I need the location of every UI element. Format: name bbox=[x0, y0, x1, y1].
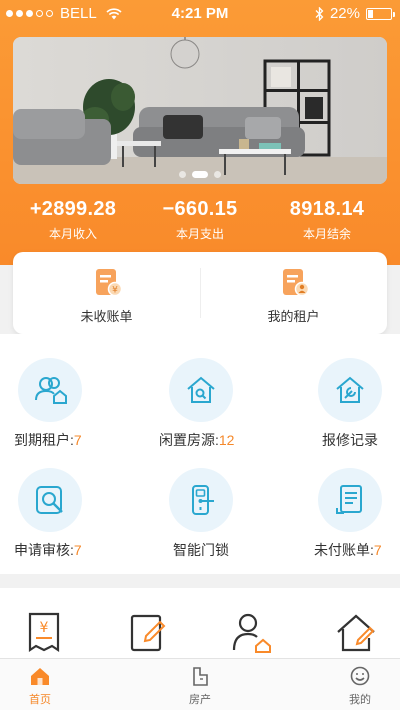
banner-indicators bbox=[13, 165, 387, 178]
monthly-stats: +2899.28 本月收入 −660.15 本月支出 8918.14 本月结余 bbox=[0, 198, 400, 244]
property-icon bbox=[193, 667, 208, 686]
stat-balance: 8918.14 本月结余 bbox=[262, 198, 392, 242]
icon-circle bbox=[169, 468, 233, 532]
secondary-actions-row: ¥ bbox=[0, 588, 400, 658]
battery-percent: 22% bbox=[329, 5, 360, 22]
tab-profile[interactable]: 我的 bbox=[320, 659, 400, 710]
status-bar: BELL 4:21 PM 22% bbox=[0, 0, 400, 28]
banner-carousel[interactable] bbox=[13, 37, 387, 184]
unpaid-bill-icon: ¥ bbox=[96, 269, 123, 297]
stat-label: 本月收入 bbox=[48, 227, 97, 241]
icon-circle bbox=[18, 358, 82, 422]
grid-label-text: 智能门锁 bbox=[173, 542, 229, 558]
grid-count: 7 bbox=[73, 542, 82, 558]
stat-label: 本月支出 bbox=[175, 227, 224, 241]
stat-label: 本月结余 bbox=[302, 227, 351, 241]
tab-label: 房产 bbox=[189, 694, 211, 706]
tab-label: 首页 bbox=[29, 694, 51, 706]
quick-label: 未收账单 bbox=[80, 309, 133, 324]
grid-label: 智能门锁 bbox=[173, 540, 229, 560]
unpaid-bills-item[interactable]: 未付账单:7 bbox=[290, 444, 400, 558]
tab-property[interactable]: 房产 bbox=[160, 659, 240, 710]
grid-count: 7 bbox=[373, 542, 382, 558]
expiring-tenants-icon bbox=[35, 377, 67, 404]
unpaid-bills-icon bbox=[336, 485, 362, 514]
battery-level bbox=[368, 9, 373, 18]
battery-icon bbox=[366, 7, 395, 20]
grid-label-text: 未付账单: bbox=[314, 542, 374, 558]
quick-label: 我的租户 bbox=[267, 309, 320, 324]
living-room-sofa-photo bbox=[13, 37, 387, 184]
edit-contract-icon bbox=[130, 614, 166, 652]
review-icon bbox=[36, 486, 63, 514]
rent-receipt-icon: ¥ bbox=[28, 612, 60, 653]
unpaid-bill-button[interactable]: ¥ 未收账单 bbox=[13, 252, 200, 334]
repair-record-icon bbox=[336, 376, 364, 403]
grid-label-text: 申请审核: bbox=[14, 542, 74, 558]
add-tenant-button[interactable] bbox=[230, 610, 274, 654]
banner-indicator-dot[interactable] bbox=[214, 171, 221, 178]
add-tenant-icon bbox=[232, 613, 271, 653]
edit-house-icon bbox=[337, 614, 375, 652]
repair-record-item[interactable]: 报修记录 bbox=[290, 334, 400, 448]
vacant-house-icon bbox=[187, 376, 215, 403]
tab-label: 我的 bbox=[349, 694, 371, 706]
stat-value: 8918.14 bbox=[289, 198, 365, 220]
tenants-icon bbox=[283, 269, 310, 297]
status-right: 22% bbox=[315, 5, 395, 22]
my-tenants-button[interactable]: 我的租户 bbox=[200, 252, 387, 334]
bottom-tab-bar: 首页 房产 我的 bbox=[0, 658, 400, 710]
quick-actions-card: ¥ 未收账单 我的租户 bbox=[13, 252, 387, 334]
edit-house-button[interactable] bbox=[334, 610, 378, 654]
svg-text:¥: ¥ bbox=[112, 286, 118, 296]
profile-icon bbox=[350, 666, 370, 686]
grid-label: 申请审核:7 bbox=[14, 540, 82, 560]
edit-contract-button[interactable] bbox=[126, 610, 170, 654]
stat-value: −660.15 bbox=[162, 198, 238, 220]
stat-income: +2899.28 本月收入 bbox=[8, 198, 138, 242]
smart-lock-item[interactable]: 智能门锁 bbox=[145, 444, 255, 558]
header-panel: BELL 4:21 PM 22% +2899.28 本月收入 −660.15 本… bbox=[0, 0, 400, 265]
tab-home[interactable]: 首页 bbox=[0, 659, 80, 710]
banner-indicator-dot[interactable] bbox=[192, 171, 208, 178]
feature-grid: 到期租户:7 闲置房源:12 报修记录 申请审核:7 智能门锁 未付账单:7 bbox=[0, 334, 400, 574]
stat-expense: −660.15 本月支出 bbox=[135, 198, 265, 242]
svg-text:¥: ¥ bbox=[40, 620, 49, 636]
vacant-house-item[interactable]: 闲置房源:12 bbox=[145, 334, 255, 448]
stat-value: +2899.28 bbox=[29, 198, 117, 220]
section-separator bbox=[0, 574, 400, 588]
smart-lock-icon bbox=[192, 485, 214, 515]
grid-label: 未付账单:7 bbox=[314, 540, 382, 560]
expiring-tenants-item[interactable]: 到期租户:7 bbox=[0, 334, 110, 448]
icon-circle bbox=[318, 358, 382, 422]
icon-circle bbox=[169, 358, 233, 422]
review-item[interactable]: 申请审核:7 bbox=[0, 444, 110, 558]
banner-indicator-dot[interactable] bbox=[179, 171, 186, 178]
rent-receipt-button[interactable]: ¥ bbox=[22, 610, 66, 654]
home-icon bbox=[31, 668, 49, 685]
icon-circle bbox=[18, 468, 82, 532]
bluetooth-icon bbox=[315, 6, 324, 21]
icon-circle bbox=[318, 468, 382, 532]
